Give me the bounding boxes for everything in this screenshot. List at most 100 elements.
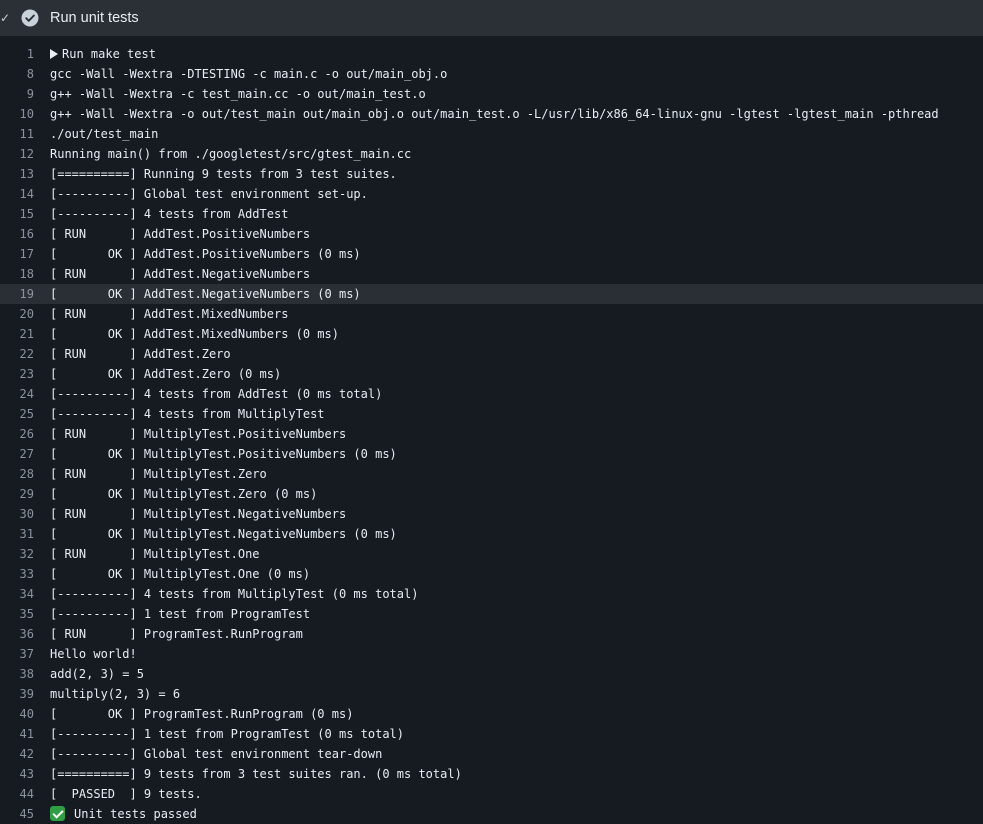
log-line[interactable]: 29 [ OK ] MultiplyTest.Zero (0 ms) bbox=[0, 484, 983, 504]
log-line[interactable]: 30 [ RUN ] MultiplyTest.NegativeNumbers bbox=[0, 504, 983, 524]
log-line[interactable]: 22 [ RUN ] AddTest.Zero bbox=[0, 344, 983, 364]
log-line[interactable]: 19 [ OK ] AddTest.NegativeNumbers (0 ms) bbox=[0, 284, 983, 304]
log-line[interactable]: 39 multiply(2, 3) = 6 bbox=[0, 684, 983, 704]
line-number[interactable]: 30 bbox=[0, 504, 34, 524]
line-number[interactable]: 18 bbox=[0, 264, 34, 284]
log-line-text: [ RUN ] MultiplyTest.NegativeNumbers bbox=[34, 504, 346, 524]
line-number[interactable]: 11 bbox=[0, 124, 34, 144]
log-line[interactable]: 24 [----------] 4 tests from AddTest (0 m… bbox=[0, 384, 983, 404]
log-line[interactable]: 23 [ OK ] AddTest.Zero (0 ms) bbox=[0, 364, 983, 384]
line-number[interactable]: 9 bbox=[0, 84, 34, 104]
line-number[interactable]: 45 bbox=[0, 804, 34, 824]
log-line[interactable]: 36 [ RUN ] ProgramTest.RunProgram bbox=[0, 624, 983, 644]
log-text: [ OK ] AddTest.Zero (0 ms) bbox=[50, 367, 282, 381]
line-number[interactable]: 28 bbox=[0, 464, 34, 484]
log-line-text: [ RUN ] AddTest.NegativeNumbers bbox=[34, 264, 310, 284]
log-text: [ RUN ] AddTest.NegativeNumbers bbox=[50, 267, 311, 281]
line-number[interactable]: 10 bbox=[0, 104, 34, 124]
workflow-log-page: ✓ Run unit tests 1 Run make test 8 gcc -Wal… bbox=[0, 0, 983, 824]
log-line[interactable]: 44 [ PASSED ] 9 tests. bbox=[0, 784, 983, 804]
log-text: [ RUN ] AddTest.Zero bbox=[50, 347, 231, 361]
line-number[interactable]: 40 bbox=[0, 704, 34, 724]
log-line[interactable]: 26 [ RUN ] MultiplyTest.PositiveNumbers bbox=[0, 424, 983, 444]
log-line[interactable]: 10 g++ -Wall -Wextra -o out/test_main out… bbox=[0, 104, 983, 124]
line-number[interactable]: 25 bbox=[0, 404, 34, 424]
line-number[interactable]: 32 bbox=[0, 544, 34, 564]
log-line[interactable]: 15 [----------] 4 tests from AddTest bbox=[0, 204, 983, 224]
line-number[interactable]: 8 bbox=[0, 64, 34, 84]
line-number[interactable]: 19 bbox=[0, 284, 34, 304]
log-line[interactable]: 34 [----------] 4 tests from MultiplyTest… bbox=[0, 584, 983, 604]
log-line[interactable]: 37 Hello world! bbox=[0, 644, 983, 664]
log-line[interactable]: 28 [ RUN ] MultiplyTest.Zero bbox=[0, 464, 983, 484]
line-number[interactable]: 39 bbox=[0, 684, 34, 704]
log-line[interactable]: 13 [==========] Running 9 tests from 3 te… bbox=[0, 164, 983, 184]
line-number[interactable]: 21 bbox=[0, 324, 34, 344]
log-line[interactable]: 31 [ OK ] MultiplyTest.NegativeNumbers (0… bbox=[0, 524, 983, 544]
line-number[interactable]: 26 bbox=[0, 424, 34, 444]
log-line[interactable]: 27 [ OK ] MultiplyTest.PositiveNumbers (0… bbox=[0, 444, 983, 464]
log-text: [==========] Running 9 tests from 3 test… bbox=[50, 167, 397, 181]
log-text: ./out/test_main bbox=[50, 127, 159, 141]
log-text: [ RUN ] AddTest.PositiveNumbers bbox=[50, 227, 311, 241]
log-line-text: [ OK ] MultiplyTest.One (0 ms) bbox=[34, 564, 310, 584]
log-line[interactable]: 12 Running main() from ./googletest/src/g… bbox=[0, 144, 983, 164]
line-number[interactable]: 41 bbox=[0, 724, 34, 744]
line-number[interactable]: 38 bbox=[0, 664, 34, 684]
log-text: [ RUN ] MultiplyTest.One bbox=[50, 547, 260, 561]
line-number[interactable]: 14 bbox=[0, 184, 34, 204]
line-number[interactable]: 34 bbox=[0, 584, 34, 604]
log-line[interactable]: 14 [----------] Global test environment s… bbox=[0, 184, 983, 204]
log-text: [ OK ] MultiplyTest.One (0 ms) bbox=[50, 567, 311, 581]
log-line[interactable]: 16 [ RUN ] AddTest.PositiveNumbers bbox=[0, 224, 983, 244]
log-line[interactable]: 20 [ RUN ] AddTest.MixedNumbers bbox=[0, 304, 983, 324]
chevron-down-icon[interactable]: ✓ bbox=[0, 11, 10, 25]
log-line[interactable]: 40 [ OK ] ProgramTest.RunProgram (0 ms) bbox=[0, 704, 983, 724]
line-number[interactable]: 31 bbox=[0, 524, 34, 544]
line-number[interactable]: 35 bbox=[0, 604, 34, 624]
line-number[interactable]: 33 bbox=[0, 564, 34, 584]
log-line[interactable]: 32 [ RUN ] MultiplyTest.One bbox=[0, 544, 983, 564]
line-number[interactable]: 44 bbox=[0, 784, 34, 804]
line-number[interactable]: 22 bbox=[0, 344, 34, 364]
line-number[interactable]: 24 bbox=[0, 384, 34, 404]
line-number[interactable]: 17 bbox=[0, 244, 34, 264]
log-line[interactable]: 38 add(2, 3) = 5 bbox=[0, 664, 983, 684]
log-line-text: multiply(2, 3) = 6 bbox=[34, 684, 180, 704]
log-line[interactable]: 42 [----------] Global test environment t… bbox=[0, 744, 983, 764]
step-header[interactable]: ✓ Run unit tests bbox=[0, 0, 983, 36]
log-line[interactable]: 17 [ OK ] AddTest.PositiveNumbers (0 ms) bbox=[0, 244, 983, 264]
line-number[interactable]: 1 bbox=[0, 44, 34, 64]
log-line[interactable]: 1 Run make test bbox=[0, 44, 983, 64]
line-number[interactable]: 29 bbox=[0, 484, 34, 504]
triangle-right-icon[interactable] bbox=[50, 49, 58, 59]
log-line-text: gcc -Wall -Wextra -DTESTING -c main.c -o… bbox=[34, 64, 447, 84]
line-number[interactable]: 42 bbox=[0, 744, 34, 764]
line-number[interactable]: 12 bbox=[0, 144, 34, 164]
log-line-text: [ OK ] AddTest.PositiveNumbers (0 ms) bbox=[34, 244, 361, 264]
line-number[interactable]: 20 bbox=[0, 304, 34, 324]
log-line[interactable]: 18 [ RUN ] AddTest.NegativeNumbers bbox=[0, 264, 983, 284]
log-line-text: [ RUN ] MultiplyTest.Zero bbox=[34, 464, 267, 484]
line-number[interactable]: 15 bbox=[0, 204, 34, 224]
log-line[interactable]: 41 [----------] 1 test from ProgramTest (… bbox=[0, 724, 983, 744]
log-line[interactable]: 8 gcc -Wall -Wextra -DTESTING -c main.c -… bbox=[0, 64, 983, 84]
log-line[interactable]: 33 [ OK ] MultiplyTest.One (0 ms) bbox=[0, 564, 983, 584]
line-number[interactable]: 23 bbox=[0, 364, 34, 384]
line-number[interactable]: 27 bbox=[0, 444, 34, 464]
log-line-text: [ OK ] AddTest.MixedNumbers (0 ms) bbox=[34, 324, 339, 344]
line-number[interactable]: 16 bbox=[0, 224, 34, 244]
log-line[interactable]: 21 [ OK ] AddTest.MixedNumbers (0 ms) bbox=[0, 324, 983, 344]
log-line[interactable]: 45 Unit tests passed bbox=[0, 804, 983, 824]
line-number[interactable]: 13 bbox=[0, 164, 34, 184]
log-line[interactable]: 11 ./out/test_main bbox=[0, 124, 983, 144]
log-line-text: ./out/test_main bbox=[34, 124, 158, 144]
line-number[interactable]: 36 bbox=[0, 624, 34, 644]
log-line[interactable]: 43 [==========] 9 tests from 3 test suite… bbox=[0, 764, 983, 784]
log-text: [ RUN ] ProgramTest.RunProgram bbox=[50, 627, 303, 641]
log-line[interactable]: 35 [----------] 1 test from ProgramTest bbox=[0, 604, 983, 624]
log-line[interactable]: 9 g++ -Wall -Wextra -c test_main.cc -o ou… bbox=[0, 84, 983, 104]
log-line[interactable]: 25 [----------] 4 tests from MultiplyTest bbox=[0, 404, 983, 424]
line-number[interactable]: 43 bbox=[0, 764, 34, 784]
line-number[interactable]: 37 bbox=[0, 644, 34, 664]
